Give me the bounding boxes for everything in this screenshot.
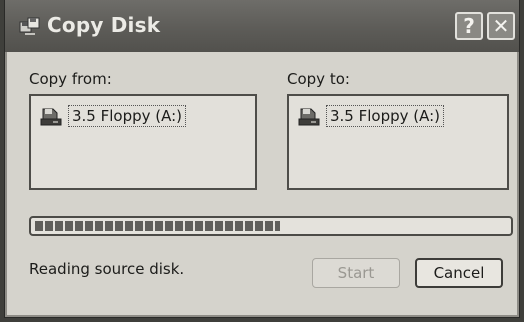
copy-from-drive-label: 3.5 Floppy (A:): [68, 105, 187, 127]
cancel-button[interactable]: Cancel: [415, 258, 503, 288]
status-text: Reading source disk.: [29, 260, 185, 278]
help-button[interactable]: ?: [455, 12, 483, 40]
floppy-drive-icon: [298, 108, 320, 126]
floppy-drive-icon: [40, 108, 62, 126]
copy-from-list[interactable]: 3.5 Floppy (A:): [29, 94, 257, 190]
close-button[interactable]: ✕: [487, 12, 515, 40]
title-bar[interactable]: Copy Disk ? ✕: [5, 0, 519, 52]
start-button[interactable]: Start: [312, 258, 400, 288]
copy-disk-icon: [19, 16, 41, 36]
copy-progress-bar: [29, 216, 513, 236]
copy-to-drive-item[interactable]: 3.5 Floppy (A:): [297, 104, 445, 128]
copy-from-label: Copy from:: [29, 70, 112, 88]
copy-from-drive-item[interactable]: 3.5 Floppy (A:): [39, 104, 187, 128]
copy-to-drive-label: 3.5 Floppy (A:): [326, 105, 445, 127]
progress-fill: [35, 221, 281, 231]
copy-to-list[interactable]: 3.5 Floppy (A:): [287, 94, 509, 190]
copy-disk-dialog: Copy Disk ? ✕ Copy from: 3.5 Floppy (A:)…: [4, 0, 520, 318]
copy-to-label: Copy to:: [287, 70, 350, 88]
window-title: Copy Disk: [47, 13, 161, 37]
